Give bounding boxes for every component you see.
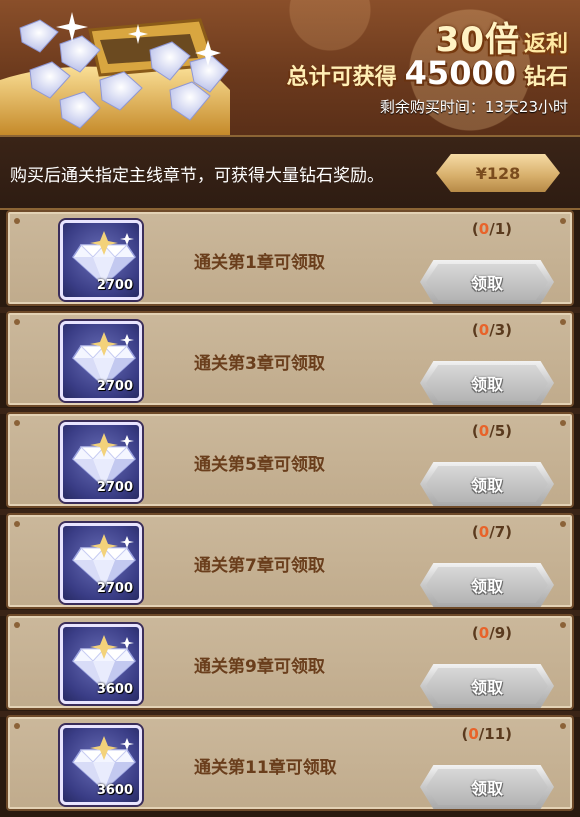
- progress-text: (0/5): [471, 422, 512, 440]
- reward-row: 3600 通关第9章可领取 (0/9) 领取: [6, 614, 574, 710]
- progress-total: /3: [489, 321, 506, 339]
- claim-button[interactable]: 领取: [420, 361, 554, 405]
- reward-condition: 通关第5章可领取: [194, 455, 325, 475]
- reward-quantity: 2700: [96, 278, 133, 293]
- total-prefix: 总计可获得: [286, 65, 397, 90]
- reward-card: 2700: [60, 321, 142, 401]
- progress-current: 0: [478, 422, 490, 440]
- reward-quantity: 2700: [96, 379, 133, 394]
- reward-card: 2700: [60, 523, 142, 603]
- reward-quantity: 2700: [96, 581, 133, 596]
- claim-button[interactable]: 领取: [420, 765, 554, 809]
- claim-button[interactable]: 领取: [420, 664, 554, 708]
- reward-condition: 通关第11章可领取: [194, 758, 337, 778]
- progress-current: 0: [478, 321, 490, 339]
- reward-card: 2700: [60, 422, 142, 502]
- reward-condition: 通关第1章可领取: [194, 253, 325, 273]
- claim-button-label: 领取: [470, 678, 503, 697]
- price-label: ¥128: [475, 163, 521, 183]
- reward-row: 2700 通关第1章可领取 (0/1) 领取: [6, 210, 574, 306]
- reward-condition: 通关第3章可领取: [194, 354, 325, 374]
- progress-total: /1: [489, 220, 506, 238]
- reward-row: 3600 通关第11章可领取 (0/11) 领取: [6, 715, 574, 811]
- time-remaining: 剩余购买时间：13天23小时: [379, 98, 568, 116]
- progress-total: /11: [478, 725, 506, 743]
- promo-banner: 30倍 返利 总计可获得 45000 钻石 剩余购买时间：13天23小时: [0, 0, 580, 135]
- progress-text: (0/1): [471, 220, 512, 238]
- reward-row: 2700 通关第5章可领取 (0/5) 领取: [6, 412, 574, 508]
- reward-condition: 通关第7章可领取: [194, 556, 325, 576]
- info-bar: 购买后通关指定主线章节，可获得大量钻石奖励。 ¥128: [0, 135, 580, 210]
- total-amount: 45000: [404, 54, 516, 92]
- claim-button[interactable]: 领取: [420, 563, 554, 607]
- progress-total: /9: [489, 624, 506, 642]
- progress-total: /7: [489, 523, 506, 541]
- info-description: 购买后通关指定主线章节，可获得大量钻石奖励。: [10, 166, 384, 186]
- progress-current: 0: [478, 523, 490, 541]
- reward-quantity: 2700: [96, 480, 133, 495]
- claim-button[interactable]: 领取: [420, 462, 554, 506]
- buy-button[interactable]: ¥128: [436, 154, 560, 192]
- reward-card: 3600: [60, 725, 142, 805]
- claim-button-label: 领取: [470, 274, 503, 293]
- progress-text: (0/11): [461, 725, 512, 743]
- claim-button-label: 领取: [470, 577, 503, 596]
- progress-total: /5: [489, 422, 506, 440]
- treasure-chest-icon: [0, 12, 230, 135]
- total-suffix: 钻石: [523, 65, 568, 90]
- claim-button-label: 领取: [470, 476, 503, 495]
- progress-text: (0/3): [471, 321, 512, 339]
- reward-quantity: 3600: [96, 682, 133, 697]
- reward-condition: 通关第9章可领取: [194, 657, 325, 677]
- progress-current: 0: [478, 220, 490, 238]
- reward-card: 2700: [60, 220, 142, 300]
- progress-text: (0/9): [471, 624, 512, 642]
- reward-card: 3600: [60, 624, 142, 704]
- reward-row: 2700 通关第3章可领取 (0/3) 领取: [6, 311, 574, 407]
- claim-button-label: 领取: [470, 375, 503, 394]
- progress-current: 0: [478, 624, 490, 642]
- claim-button[interactable]: 领取: [420, 260, 554, 304]
- progress-text: (0/7): [471, 523, 512, 541]
- reward-row: 2700 通关第7章可领取 (0/7) 领取: [6, 513, 574, 609]
- progress-current: 0: [468, 725, 479, 743]
- reward-quantity: 3600: [96, 783, 133, 798]
- claim-button-label: 领取: [470, 779, 503, 798]
